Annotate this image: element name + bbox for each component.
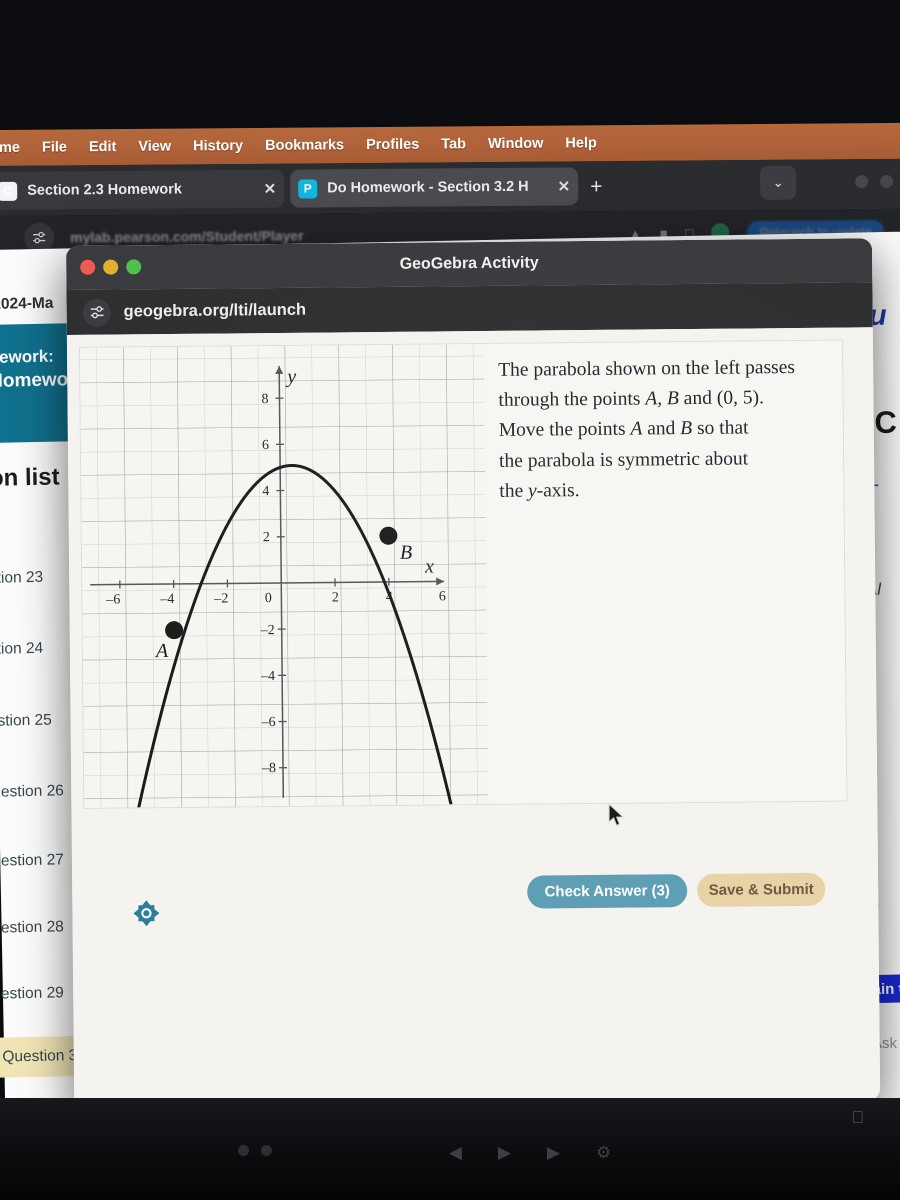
question-label: Question 26 [0,782,65,801]
question-label: estion 23 [0,568,44,587]
canvas-favicon-icon: C [0,181,18,201]
problem-line-5b: -axis. [536,479,580,502]
svg-text:4: 4 [262,484,269,499]
rewind-icon[interactable]: ◀ [449,1143,462,1163]
svg-text:0: 0 [265,591,272,606]
pearson-favicon-icon: P [298,178,318,199]
chevron-down-icon[interactable]: ⌄ [760,165,797,200]
question-label: estion 24 [0,639,44,658]
point-B-label: B [400,542,412,564]
forward-icon[interactable]: ▶ [547,1143,560,1163]
problem-line-3mid: and [642,418,681,440]
address-bar-url: mylab.pearson.com/Student/Player [70,227,304,246]
svg-text:8: 8 [261,392,268,407]
problem-line-2b: and (0, 5). [678,387,765,410]
problem-line-3a: Move the points [498,419,631,442]
browser-tab-do-homework[interactable]: P Do Homework - Section 3.2 H ✕ [290,167,579,208]
close-icon[interactable]: ✕ [558,177,571,195]
draggable-point-A[interactable] [165,621,184,640]
svg-text:6: 6 [439,589,446,604]
var-A: A [630,418,643,441]
question-label: Question 28 [0,918,65,937]
problem-text-panel: The parabola shown on the left passes th… [483,340,847,804]
var-B: B [680,418,693,440]
close-window-button[interactable] [80,259,96,275]
menu-item-bookmarks[interactable]: Bookmarks [265,137,344,154]
menu-item-tab[interactable]: Tab [441,136,466,152]
menu-item-chrome[interactable]: ome [0,140,20,156]
browser-tab-section-2-3[interactable]: C Section 2.3 Homework ✕ [0,169,285,210]
geogebra-applet: –6 –4 –2 0 2 4 6 8 6 4 2 –2 –4 –6 –8 x y… [78,339,848,809]
browser-tab-strip: C Section 2.3 Homework ✕ P Do Homework -… [0,158,900,216]
battery-icon: ⚙ [595,1143,612,1162]
browser-tab-title: Section 2.3 Homework [27,181,182,199]
svg-text:–4: –4 [260,669,275,684]
window-title: GeoGebra Activity [399,254,539,273]
window-traffic-lights[interactable] [80,259,142,275]
save-and-submit-button[interactable]: Save & Submit [697,872,826,907]
question-label: uestion 25 [0,711,52,730]
menu-item-file[interactable]: File [42,139,67,155]
svg-text:–2: –2 [260,623,275,638]
minimize-window-button[interactable] [103,259,119,275]
coordinate-plane[interactable]: –6 –4 –2 0 2 4 6 8 6 4 2 –2 –4 –6 –8 x y… [79,343,489,808]
var-A: A, [645,388,663,410]
screen-photo: ome File Edit View History Bookmarks Pro… [0,0,900,1200]
svg-text:–2: –2 [213,591,228,606]
new-tab-button[interactable]: + [590,175,602,199]
geogebra-window-body: –6 –4 –2 0 2 4 6 8 6 4 2 –2 –4 –6 –8 x y… [66,327,881,1108]
apple-logo-icon:  [851,1108,864,1128]
menu-item-profiles[interactable]: Profiles [366,137,419,153]
problem-line-1: The parabola shown on the left passes [498,357,796,381]
compass-reset-icon[interactable] [132,899,160,927]
problem-line-2a: through the points [498,388,646,412]
x-axis-label: x [424,555,434,577]
y-axis-label: y [285,366,296,388]
svg-text:–6: –6 [105,592,120,607]
svg-text:2: 2 [332,590,339,605]
monitor-bezel-top [0,0,900,132]
question-label: Question 27 [0,851,65,870]
window-titlebar: GeoGebra Activity [66,238,873,290]
maximize-window-button[interactable] [126,259,142,275]
applet-action-buttons: Check Answer (3) Save & Submit [527,872,827,912]
popup-url-text: geogebra.org/lti/launch [123,300,307,321]
draggable-point-B[interactable] [379,526,398,545]
svg-text:–6: –6 [261,715,276,730]
svg-text:6: 6 [262,438,269,453]
problem-line-3b: so that [692,417,749,440]
check-answer-button[interactable]: Check Answer (3) [527,874,688,909]
menu-item-help[interactable]: Help [565,135,597,151]
play-icon[interactable]: ▶ [498,1143,511,1163]
question-label: Question 29 [0,984,65,1003]
media-controls[interactable]: ◀ ▶ ▶ ⚙ [160,1114,900,1192]
problem-statement: The parabola shown on the left passes th… [498,353,829,507]
site-settings-icon[interactable] [82,298,111,327]
svg-text:–4: –4 [159,592,174,607]
browser-tab-title: Do Homework - Section 3.2 H [327,178,529,197]
close-icon[interactable]: ✕ [264,180,277,198]
menu-item-history[interactable]: History [193,138,243,154]
menu-item-edit[interactable]: Edit [89,139,117,155]
menu-item-window[interactable]: Window [488,136,544,152]
point-A-label: A [154,640,169,662]
menu-item-view[interactable]: View [138,139,171,155]
geogebra-activity-window: GeoGebra Activity geogebra.org/lti/launc… [66,238,881,1108]
graph-panel[interactable]: –6 –4 –2 0 2 4 6 8 6 4 2 –2 –4 –6 –8 x y… [79,343,489,808]
problem-line-5a: the [499,480,529,502]
popup-address-bar[interactable]: geogebra.org/lti/launch [66,282,873,335]
svg-text:–8: –8 [261,761,276,776]
var-B: B [666,388,679,410]
svg-text:2: 2 [263,530,270,545]
adjacent-window-dots [855,174,900,191]
problem-line-4: the parabola is symmetric about [498,448,749,472]
